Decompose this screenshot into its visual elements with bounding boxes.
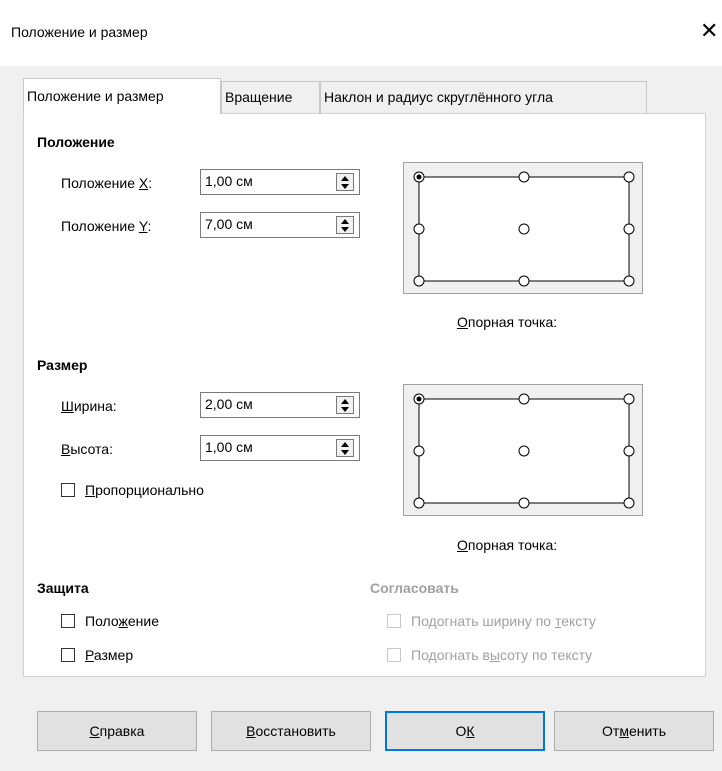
base-point-bottom-left (413, 497, 425, 509)
height-stepper[interactable] (336, 439, 354, 457)
size-heading: Размер (37, 357, 88, 373)
stepper-up-icon[interactable] (341, 219, 349, 224)
tab-position-and-size[interactable]: Положение и размер (23, 78, 221, 114)
base-point-middle-left (413, 223, 425, 235)
position-x-label: Положение X: (61, 175, 153, 191)
position-base-point-label: Опорная точка: (457, 314, 558, 330)
position-base-point-selector[interactable] (403, 162, 643, 294)
height-spinbox[interactable]: 1,00 см (200, 435, 360, 461)
fit-width-checkbox[interactable] (387, 614, 401, 628)
base-point-bottom-center (518, 275, 530, 287)
protect-heading: Защита (37, 580, 89, 596)
adapt-heading: Согласовать (370, 580, 459, 596)
tab-slant-and-corner-radius[interactable]: Наклон и радиус скруглённого угла (320, 81, 647, 113)
position-x-stepper[interactable] (336, 173, 354, 191)
stepper-down-icon[interactable] (341, 227, 349, 232)
title-bar: Положение и размер ✕ (0, 0, 722, 66)
fit-height-checkbox[interactable] (387, 648, 401, 662)
stepper-down-icon[interactable] (341, 184, 349, 189)
stepper-down-icon[interactable] (341, 407, 349, 412)
position-x-value[interactable]: 1,00 см (205, 173, 253, 189)
height-label: Высота: (61, 441, 113, 457)
base-point-bottom-right (623, 497, 635, 509)
fit-width-label[interactable]: Подогнать ширину по тексту (411, 613, 596, 629)
width-label: Ширина: (61, 398, 117, 414)
proportional-checkbox[interactable] (61, 483, 75, 497)
base-point-middle-right (623, 223, 635, 235)
base-point-middle-right (623, 445, 635, 457)
height-value[interactable]: 1,00 см (205, 439, 253, 455)
selected-point-dot (416, 396, 422, 402)
protect-position-label[interactable]: Положение (85, 613, 159, 629)
position-y-label: Положение Y: (61, 218, 152, 234)
selected-point-dot (416, 174, 422, 180)
position-y-spinbox[interactable]: 7,00 см (200, 212, 360, 238)
stepper-up-icon[interactable] (341, 442, 349, 447)
base-point-middle-left (413, 445, 425, 457)
base-point-top-right (623, 393, 635, 405)
base-point-bottom-left (413, 275, 425, 287)
stepper-up-icon[interactable] (341, 176, 349, 181)
reset-button[interactable]: Восстановить (211, 711, 371, 751)
cancel-button[interactable]: Отменить (554, 711, 714, 751)
protect-size-checkbox[interactable] (61, 648, 75, 662)
close-icon[interactable]: ✕ (700, 20, 718, 42)
base-point-top-center (518, 393, 530, 405)
size-base-point-selector[interactable] (403, 384, 643, 516)
proportional-label[interactable]: Пропорционально (85, 482, 204, 498)
help-button[interactable]: Справка (37, 711, 197, 751)
base-point-center (518, 223, 530, 235)
base-point-top-right (623, 171, 635, 183)
position-y-value[interactable]: 7,00 см (205, 216, 253, 232)
protect-size-label[interactable]: Размер (85, 647, 133, 663)
base-point-grid-icon[interactable] (404, 163, 644, 295)
tab-rotation[interactable]: Вращение (221, 81, 320, 113)
size-base-point-label: Опорная точка: (457, 537, 558, 553)
base-point-center (518, 445, 530, 457)
base-point-bottom-center (518, 497, 530, 509)
dialog-title: Положение и размер (11, 24, 148, 40)
width-stepper[interactable] (336, 396, 354, 414)
stepper-down-icon[interactable] (341, 450, 349, 455)
position-x-spinbox[interactable]: 1,00 см (200, 169, 360, 195)
base-point-bottom-right (623, 275, 635, 287)
width-value[interactable]: 2,00 см (205, 396, 253, 412)
fit-height-label[interactable]: Подогнать высоту по тексту (411, 647, 592, 663)
stepper-up-icon[interactable] (341, 399, 349, 404)
position-y-stepper[interactable] (336, 216, 354, 234)
width-spinbox[interactable]: 2,00 см (200, 392, 360, 418)
ok-button[interactable]: ОК (385, 711, 545, 751)
protect-position-checkbox[interactable] (61, 614, 75, 628)
position-heading: Положение (37, 134, 115, 150)
base-point-top-center (518, 171, 530, 183)
base-point-grid-icon[interactable] (404, 385, 644, 517)
